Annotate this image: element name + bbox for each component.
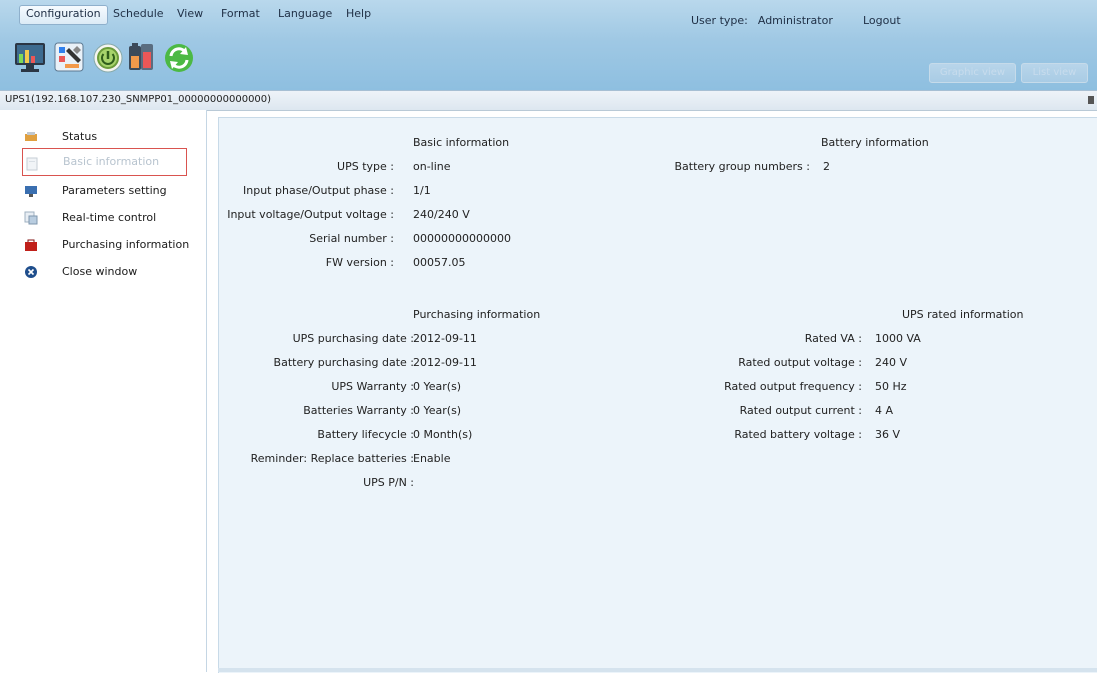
- menu-language[interactable]: Language: [272, 5, 338, 23]
- reminder-replace-batteries-label: Reminder: Replace batteries :: [250, 452, 414, 465]
- menu-schedule[interactable]: Schedule: [107, 5, 170, 23]
- serial-number-value: 00000000000000: [413, 232, 511, 245]
- menu-configuration[interactable]: Configuration: [19, 5, 108, 25]
- rated-output-current-label: Rated output current :: [739, 404, 862, 417]
- battery-lifecycle-value: 0 Month(s): [413, 428, 473, 441]
- rated-output-voltage-label: Rated output voltage :: [738, 356, 862, 369]
- sidebar-item-label: Basic information: [63, 155, 160, 168]
- bottom-border: [218, 668, 1097, 672]
- sidebar-item-label: Close window: [62, 265, 138, 278]
- basic-information-title: Basic information: [413, 136, 510, 149]
- monitor-settings-icon: [24, 184, 38, 198]
- menu-format[interactable]: Format: [215, 5, 266, 23]
- graphic-view-button[interactable]: Graphic view: [929, 63, 1016, 83]
- sidebar-item-close-window[interactable]: Close window: [22, 261, 212, 283]
- battery-purchasing-date-value: 2012-09-11: [413, 356, 477, 369]
- rated-battery-voltage-label: Rated battery voltage :: [734, 428, 862, 441]
- close-icon: [24, 265, 38, 279]
- batteries-warranty-label: Batteries Warranty :: [303, 404, 414, 417]
- tools-icon[interactable]: [53, 40, 89, 76]
- ups-rated-information-title: UPS rated information: [902, 308, 1024, 321]
- input-output-voltage-value: 240/240 V: [413, 208, 470, 221]
- control-panel-icon: [24, 211, 38, 225]
- ups-type-label: UPS type :: [337, 160, 394, 173]
- status-icon: [24, 130, 38, 144]
- input-output-voltage-label: Input voltage/Output voltage :: [227, 208, 394, 221]
- sidebar-item-label: Purchasing information: [62, 238, 190, 251]
- user-type: User type: Administrator: [691, 14, 833, 27]
- rated-va-value: 1000 VA: [875, 332, 921, 345]
- sidebar-item-real-time-control[interactable]: Real-time control: [22, 207, 212, 229]
- sidebar-item-label: Real-time control: [62, 211, 157, 224]
- sidebar-item-basic-information[interactable]: Basic information: [22, 148, 187, 176]
- menu-help[interactable]: Help: [340, 5, 377, 23]
- battery-group-numbers-value: 2: [823, 160, 830, 173]
- refresh-icon[interactable]: [161, 40, 197, 76]
- ups-warranty-label: UPS Warranty :: [331, 380, 414, 393]
- battery-icon[interactable]: [123, 40, 159, 76]
- battery-lifecycle-label: Battery lifecycle :: [317, 428, 414, 441]
- fw-version-label: FW version :: [325, 256, 394, 269]
- sidebar-item-parameters-setting[interactable]: Parameters setting: [22, 180, 212, 202]
- ups-warranty-value: 0 Year(s): [413, 380, 462, 393]
- input-output-phase-label: Input phase/Output phase :: [243, 184, 394, 197]
- serial-number-label: Serial number :: [309, 232, 394, 245]
- pin-icon[interactable]: [1088, 96, 1094, 104]
- list-view-button[interactable]: List view: [1021, 63, 1088, 83]
- fw-version-value: 00057.05: [413, 256, 466, 269]
- rated-output-frequency-label: Rated output frequency :: [724, 380, 862, 393]
- rated-output-current-value: 4 A: [875, 404, 894, 417]
- sidebar-item-label: Status: [62, 130, 98, 143]
- sidebar: Status Basic information Parameters sett…: [0, 110, 207, 672]
- user-type-value: Administrator: [757, 14, 833, 27]
- sidebar-item-label: Parameters setting: [62, 184, 167, 197]
- rated-va-label: Rated VA :: [804, 332, 862, 345]
- rated-output-frequency-value: 50 Hz: [875, 380, 907, 393]
- battery-group-numbers-label: Battery group numbers :: [674, 160, 810, 173]
- batteries-warranty-value: 0 Year(s): [413, 404, 462, 417]
- user-type-label: User type:: [691, 14, 748, 27]
- battery-purchasing-date-label: Battery purchasing date :: [273, 356, 414, 369]
- logout-link[interactable]: Logout: [863, 14, 901, 27]
- ups-type-value: on-line: [413, 160, 451, 173]
- rated-battery-voltage-value: 36 V: [875, 428, 901, 441]
- shopping-bag-icon: [24, 238, 38, 252]
- main-panel: Basic information UPS type : on-line Inp…: [218, 117, 1097, 673]
- sidebar-item-purchasing-information[interactable]: Purchasing information: [22, 234, 212, 256]
- reminder-replace-batteries-value: Enable: [413, 452, 451, 465]
- top-bar: Configuration Schedule View Format Langu…: [0, 0, 1097, 90]
- power-icon[interactable]: [90, 40, 126, 76]
- ups-pn-label: UPS P/N :: [363, 476, 414, 489]
- document-icon: [25, 155, 39, 171]
- device-title: UPS1(192.168.107.230_SNMPP01_00000000000…: [5, 94, 272, 105]
- input-output-phase-value: 1/1: [413, 184, 431, 197]
- purchasing-information-title: Purchasing information: [413, 308, 541, 321]
- rated-output-voltage-value: 240 V: [875, 356, 908, 369]
- menu-view[interactable]: View: [171, 5, 209, 23]
- battery-information-title: Battery information: [821, 136, 929, 149]
- ups-purchasing-date-label: UPS purchasing date :: [292, 332, 414, 345]
- device-title-bar: UPS1(192.168.107.230_SNMPP01_00000000000…: [0, 90, 1097, 111]
- ups-purchasing-date-value: 2012-09-11: [413, 332, 477, 345]
- sidebar-item-status[interactable]: Status: [22, 126, 212, 148]
- monitor-icon[interactable]: [13, 40, 49, 76]
